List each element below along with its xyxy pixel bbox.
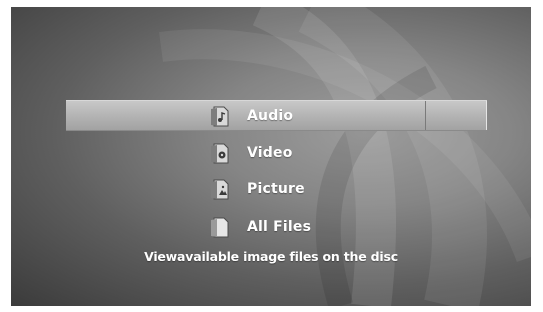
selection-bar-divider (425, 101, 426, 130)
selection-bar-endcap (486, 101, 487, 130)
menu-item-label: All Files (247, 219, 312, 235)
menu-item-label: Video (247, 145, 293, 161)
audio-file-icon (211, 106, 229, 127)
disc-menu-screen: Audio Video Picture All Files Viewavaila… (11, 7, 531, 306)
menu-item-picture[interactable]: Picture (209, 176, 305, 202)
video-file-icon (211, 143, 229, 164)
help-description-text: Viewavailable image files on the disc (144, 249, 398, 264)
menu-item-video[interactable]: Video (209, 140, 293, 166)
menu-item-audio[interactable]: Audio (209, 103, 293, 129)
all-files-icon (211, 217, 229, 238)
menu-item-all-files[interactable]: All Files (209, 214, 311, 240)
menu-item-label: Picture (247, 181, 305, 197)
menu-item-label: Audio (247, 108, 294, 124)
picture-file-icon (211, 179, 229, 200)
